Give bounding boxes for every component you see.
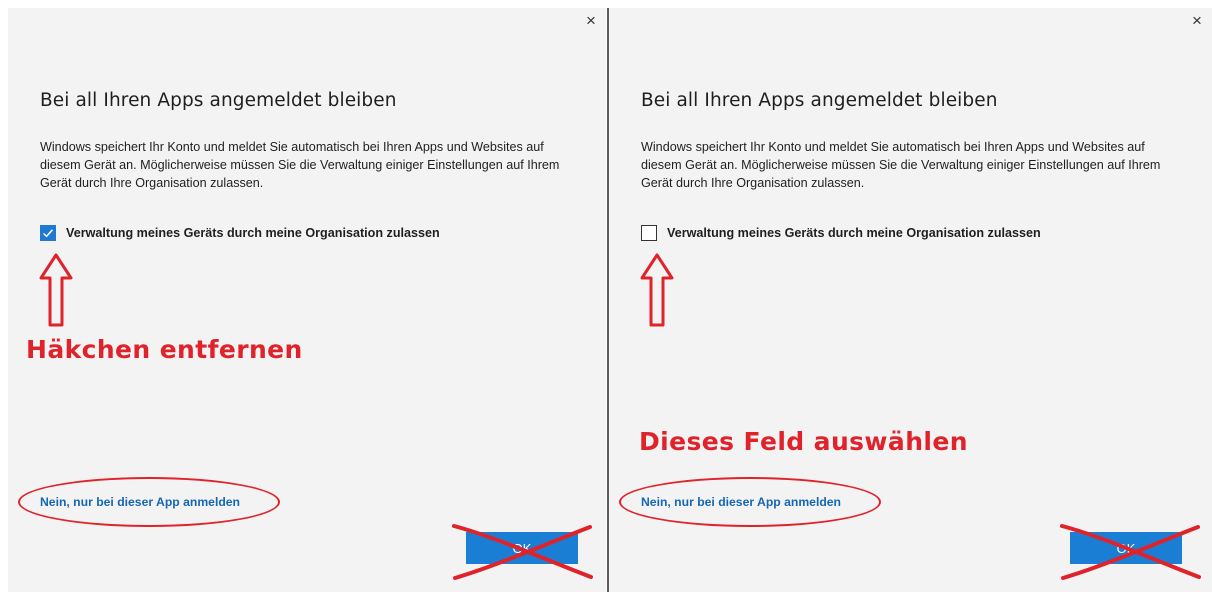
close-icon: × — [1192, 11, 1202, 30]
allow-management-checkbox[interactable] — [641, 225, 657, 241]
ok-button-label: OK — [512, 540, 532, 556]
up-arrow-annotation-icon — [39, 253, 73, 327]
dialog-title: Bei all Ihren Apps angemeldet bleiben — [40, 90, 397, 111]
close-button[interactable]: × — [582, 12, 600, 30]
dialog-title: Bei all Ihren Apps angemeldet bleiben — [641, 90, 998, 111]
allow-management-checkbox-row[interactable]: Verwaltung meines Geräts durch meine Org… — [40, 222, 440, 244]
allow-management-label: Verwaltung meines Geräts durch meine Org… — [66, 226, 440, 240]
up-arrow-annotation-icon — [640, 253, 674, 327]
checkmark-icon — [42, 229, 54, 238]
dialog-description: Windows speichert Ihr Konto und meldet S… — [641, 140, 1161, 190]
close-icon: × — [586, 11, 596, 30]
ok-button[interactable]: OK — [466, 532, 578, 564]
close-button[interactable]: × — [1188, 12, 1206, 30]
allow-management-checkbox-row[interactable]: Verwaltung meines Geräts durch meine Org… — [641, 222, 1041, 244]
only-this-app-link[interactable]: Nein, nur bei dieser App anmelden — [40, 495, 240, 509]
ok-button-label: OK — [1116, 540, 1136, 556]
dialog-right: × Bei all Ihren Apps angemeldet bleiben … — [609, 8, 1212, 592]
allow-management-checkbox[interactable] — [40, 225, 56, 241]
annotation-remove-checkmark: Häkchen entfernen — [26, 335, 303, 364]
annotation-select-this-field: Dieses Feld auswählen — [639, 427, 968, 456]
only-this-app-link[interactable]: Nein, nur bei dieser App anmelden — [641, 495, 841, 509]
ok-button[interactable]: OK — [1070, 532, 1182, 564]
dialog-description: Windows speichert Ihr Konto und meldet S… — [40, 140, 560, 190]
allow-management-label: Verwaltung meines Geräts durch meine Org… — [667, 226, 1041, 240]
dialog-left: × Bei all Ihren Apps angemeldet bleiben … — [8, 8, 606, 592]
